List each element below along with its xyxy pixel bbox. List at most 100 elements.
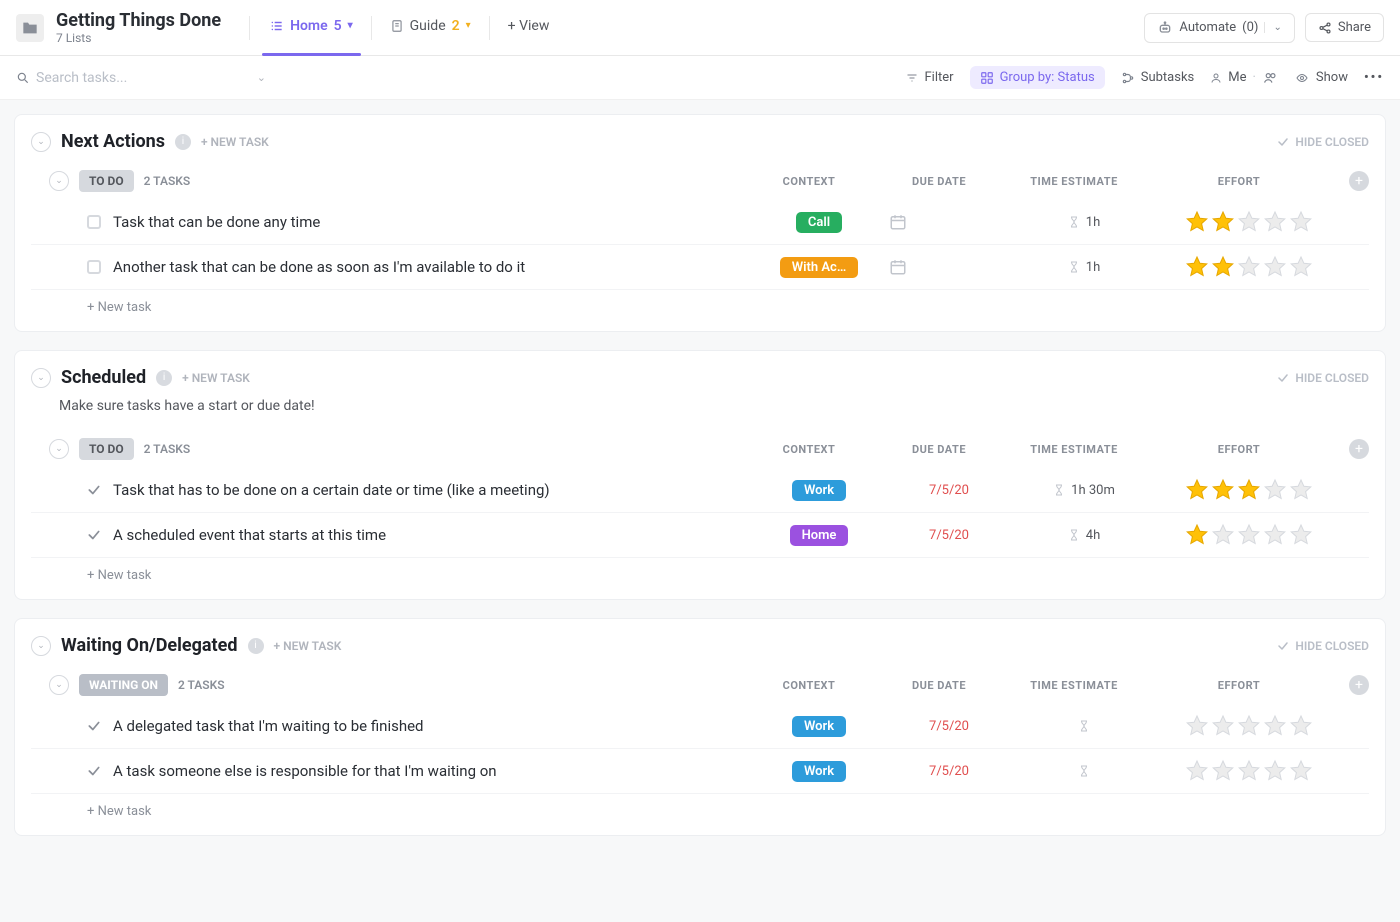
section-title: Waiting On/Delegated: [61, 635, 238, 656]
task-title[interactable]: Task that has to be done on a certain da…: [113, 481, 550, 499]
add-column-button[interactable]: +: [1349, 439, 1369, 459]
check-icon[interactable]: [87, 528, 101, 542]
tab-home[interactable]: Home 5 ▾: [262, 8, 361, 48]
time-estimate[interactable]: 1h 30m: [1009, 483, 1159, 498]
due-date[interactable]: 7/5/20: [929, 764, 969, 779]
folder-icon[interactable]: [16, 14, 44, 42]
status-count: 2 TASKS: [144, 174, 191, 188]
calendar-icon[interactable]: [889, 258, 1009, 276]
section: ⌄ Scheduled i + NEW TASK HIDE CLOSED Mak…: [14, 350, 1386, 600]
chevron-down-icon: ▾: [466, 20, 471, 31]
due-date[interactable]: 7/5/20: [929, 483, 969, 498]
task-row[interactable]: A scheduled event that starts at this ti…: [31, 513, 1369, 558]
status-badge[interactable]: WAITING ON: [79, 674, 168, 696]
col-due: DUE DATE: [879, 679, 999, 692]
effort-stars[interactable]: [1159, 714, 1339, 738]
info-icon[interactable]: i: [175, 134, 191, 150]
hide-closed-button[interactable]: HIDE CLOSED: [1277, 371, 1369, 385]
context-pill[interactable]: With Ac…: [780, 257, 859, 278]
tab-guide[interactable]: Guide 2 ▾: [382, 8, 479, 48]
status-badge[interactable]: TO DO: [79, 170, 134, 192]
share-icon: [1318, 21, 1332, 35]
new-task-header-button[interactable]: + NEW TASK: [201, 135, 269, 149]
collapse-icon[interactable]: ⌄: [31, 636, 51, 656]
context-pill[interactable]: Work: [792, 480, 846, 501]
new-task-button[interactable]: + New task: [31, 290, 1369, 327]
status-header: ⌄ TO DO 2 TASKS CONTEXT DUE DATE TIME ES…: [31, 430, 1369, 468]
filter-button[interactable]: Filter: [905, 70, 954, 85]
task-row[interactable]: A delegated task that I'm waiting to be …: [31, 704, 1369, 749]
hide-closed-button[interactable]: HIDE CLOSED: [1277, 639, 1369, 653]
more-button[interactable]: •••: [1364, 70, 1384, 85]
status-badge[interactable]: TO DO: [79, 438, 134, 460]
collapse-icon[interactable]: ⌄: [31, 132, 51, 152]
new-task-button[interactable]: + New task: [31, 558, 1369, 595]
calendar-icon[interactable]: [889, 213, 1009, 231]
task-title[interactable]: Another task that can be done as soon as…: [113, 258, 525, 276]
add-column-button[interactable]: +: [1349, 675, 1369, 695]
checkbox[interactable]: [87, 260, 101, 274]
col-time: TIME ESTIMATE: [999, 175, 1149, 188]
collapse-icon[interactable]: ⌄: [49, 675, 69, 695]
show-button[interactable]: Show: [1294, 70, 1348, 85]
col-time: TIME ESTIMATE: [999, 443, 1149, 456]
time-estimate[interactable]: 1h: [1009, 260, 1159, 275]
col-effort: EFFORT: [1149, 175, 1329, 188]
col-time: TIME ESTIMATE: [999, 679, 1149, 692]
hide-closed-button[interactable]: HIDE CLOSED: [1277, 135, 1369, 149]
navbar: Getting Things Done 7 Lists Home 5 ▾ Gui…: [0, 0, 1400, 56]
due-date[interactable]: 7/5/20: [929, 719, 969, 734]
hide-closed-label: HIDE CLOSED: [1295, 639, 1369, 653]
task-title[interactable]: A delegated task that I'm waiting to be …: [113, 717, 424, 735]
task-row[interactable]: Another task that can be done as soon as…: [31, 245, 1369, 290]
context-pill[interactable]: Call: [796, 212, 842, 233]
time-estimate[interactable]: 4h: [1009, 528, 1159, 543]
info-icon[interactable]: i: [248, 638, 264, 654]
hide-closed-label: HIDE CLOSED: [1295, 371, 1369, 385]
new-task-button[interactable]: + New task: [31, 794, 1369, 831]
task-row[interactable]: Task that can be done any time Call 1h: [31, 200, 1369, 245]
context-pill[interactable]: Work: [792, 761, 846, 782]
status-header: ⌄ WAITING ON 2 TASKS CONTEXT DUE DATE TI…: [31, 666, 1369, 704]
effort-stars[interactable]: [1159, 759, 1339, 783]
group-by-button[interactable]: Group by: Status: [970, 66, 1105, 89]
task-title[interactable]: A scheduled event that starts at this ti…: [113, 526, 386, 544]
effort-stars[interactable]: [1159, 478, 1339, 502]
task-title[interactable]: Task that can be done any time: [113, 213, 320, 231]
add-column-button[interactable]: +: [1349, 171, 1369, 191]
check-icon[interactable]: [87, 764, 101, 778]
collapse-icon[interactable]: ⌄: [49, 439, 69, 459]
subtasks-button[interactable]: Subtasks: [1121, 70, 1195, 85]
col-context: CONTEXT: [739, 443, 879, 456]
add-view-button[interactable]: + View: [500, 8, 558, 48]
new-task-header-button[interactable]: + NEW TASK: [274, 639, 342, 653]
collapse-icon[interactable]: ⌄: [31, 368, 51, 388]
time-estimate[interactable]: 1h: [1009, 215, 1159, 230]
effort-stars[interactable]: [1159, 210, 1339, 234]
check-icon[interactable]: [87, 483, 101, 497]
checkbox[interactable]: [87, 215, 101, 229]
assignees-icon[interactable]: [1262, 71, 1278, 85]
search-input[interactable]: [36, 70, 251, 86]
context-pill[interactable]: Home: [790, 525, 849, 546]
info-icon[interactable]: i: [156, 370, 172, 386]
share-button[interactable]: Share: [1305, 13, 1384, 42]
task-title[interactable]: A task someone else is responsible for t…: [113, 762, 497, 780]
automate-button[interactable]: Automate (0) ⌄: [1144, 13, 1294, 43]
filter-icon: [905, 72, 919, 84]
task-row[interactable]: A task someone else is responsible for t…: [31, 749, 1369, 794]
new-task-header-button[interactable]: + NEW TASK: [182, 371, 250, 385]
check-icon[interactable]: [87, 719, 101, 733]
effort-stars[interactable]: [1159, 255, 1339, 279]
section-title: Scheduled: [61, 367, 146, 388]
time-estimate[interactable]: [1009, 719, 1159, 733]
effort-stars[interactable]: [1159, 523, 1339, 547]
context-pill[interactable]: Work: [792, 716, 846, 737]
chevron-down-icon[interactable]: ⌄: [257, 71, 266, 84]
chevron-down-icon[interactable]: ⌄: [1264, 22, 1281, 33]
task-row[interactable]: Task that has to be done on a certain da…: [31, 468, 1369, 513]
collapse-icon[interactable]: ⌄: [49, 171, 69, 191]
me-button[interactable]: Me ·: [1210, 70, 1278, 85]
time-estimate[interactable]: [1009, 764, 1159, 778]
due-date[interactable]: 7/5/20: [929, 528, 969, 543]
